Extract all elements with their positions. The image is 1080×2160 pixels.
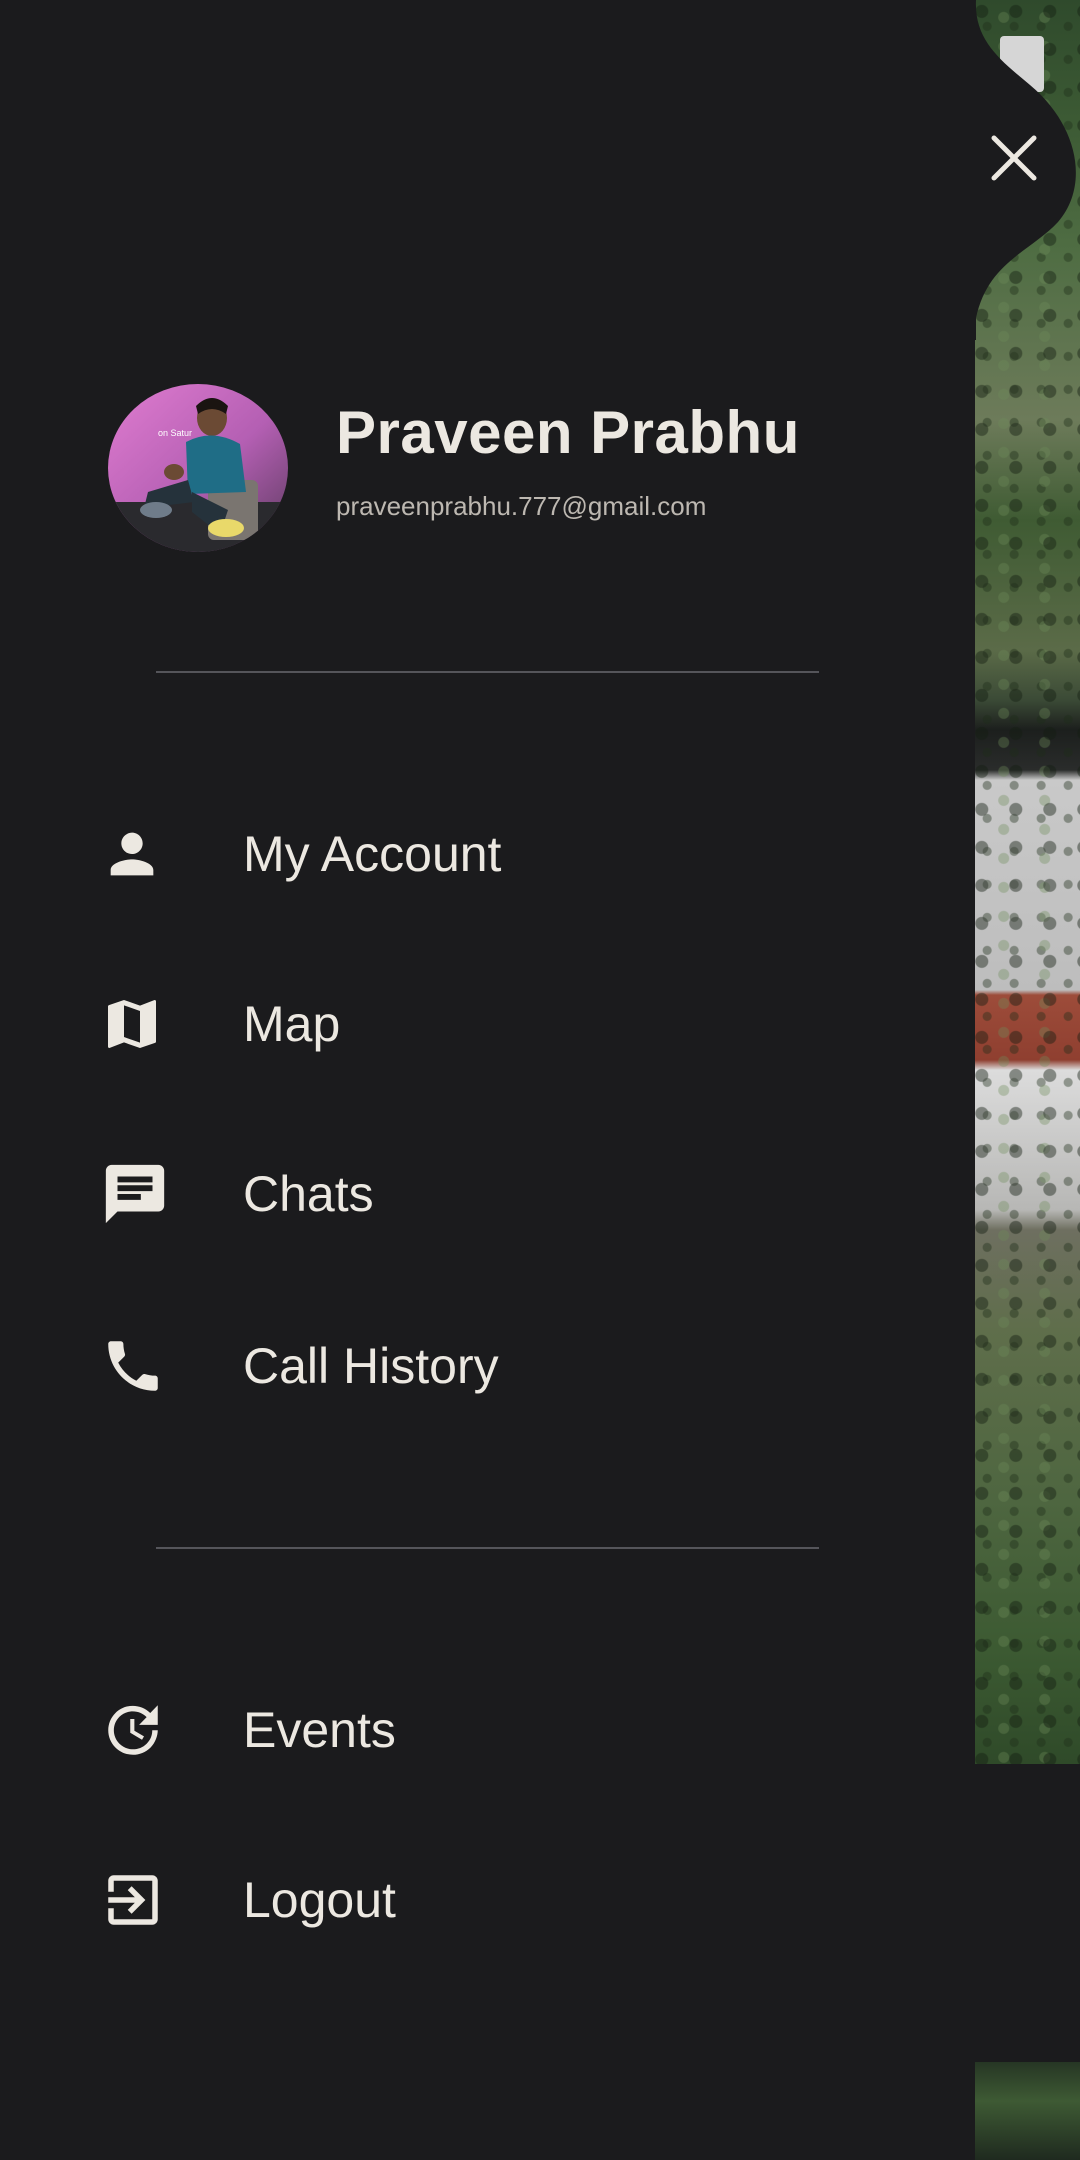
menu-item-call-history[interactable]: Call History bbox=[100, 1311, 860, 1421]
satellite-map-background-bottom[interactable] bbox=[975, 2062, 1080, 2160]
history-icon bbox=[100, 1685, 190, 1775]
menu-item-label: Chats bbox=[243, 1166, 374, 1222]
close-drawer-button[interactable] bbox=[976, 120, 1052, 196]
close-icon bbox=[991, 135, 1037, 181]
menu-item-label: My Account bbox=[243, 826, 502, 882]
profile-name: Praveen Prabhu bbox=[336, 399, 800, 466]
phone-icon bbox=[100, 1321, 190, 1411]
svg-text:on Satur: on Satur bbox=[158, 428, 192, 438]
menu-item-logout[interactable]: Logout bbox=[100, 1845, 860, 1955]
app-screen: on Satur Praveen Prabhu praveenprabhu.77… bbox=[0, 0, 1080, 2160]
menu-item-label: Events bbox=[243, 1702, 396, 1758]
menu-item-label: Call History bbox=[243, 1338, 499, 1394]
person-icon bbox=[100, 809, 190, 899]
menu-item-label: Map bbox=[243, 996, 341, 1052]
chat-icon bbox=[100, 1149, 190, 1239]
navigation-drawer bbox=[0, 0, 975, 2160]
logout-icon bbox=[100, 1855, 190, 1945]
menu-item-events[interactable]: Events bbox=[100, 1675, 860, 1785]
profile-photo: on Satur bbox=[108, 384, 288, 552]
menu-item-my-account[interactable]: My Account bbox=[100, 799, 860, 909]
map-icon bbox=[100, 979, 190, 1069]
divider-bottom bbox=[156, 1547, 819, 1549]
menu-item-map[interactable]: Map bbox=[100, 969, 860, 1079]
divider-top bbox=[156, 671, 819, 673]
avatar[interactable]: on Satur bbox=[108, 384, 288, 552]
profile-email: praveenprabhu.777@gmail.com bbox=[336, 491, 707, 521]
menu-item-chats[interactable]: Chats bbox=[100, 1139, 860, 1249]
menu-item-label: Logout bbox=[243, 1872, 396, 1928]
